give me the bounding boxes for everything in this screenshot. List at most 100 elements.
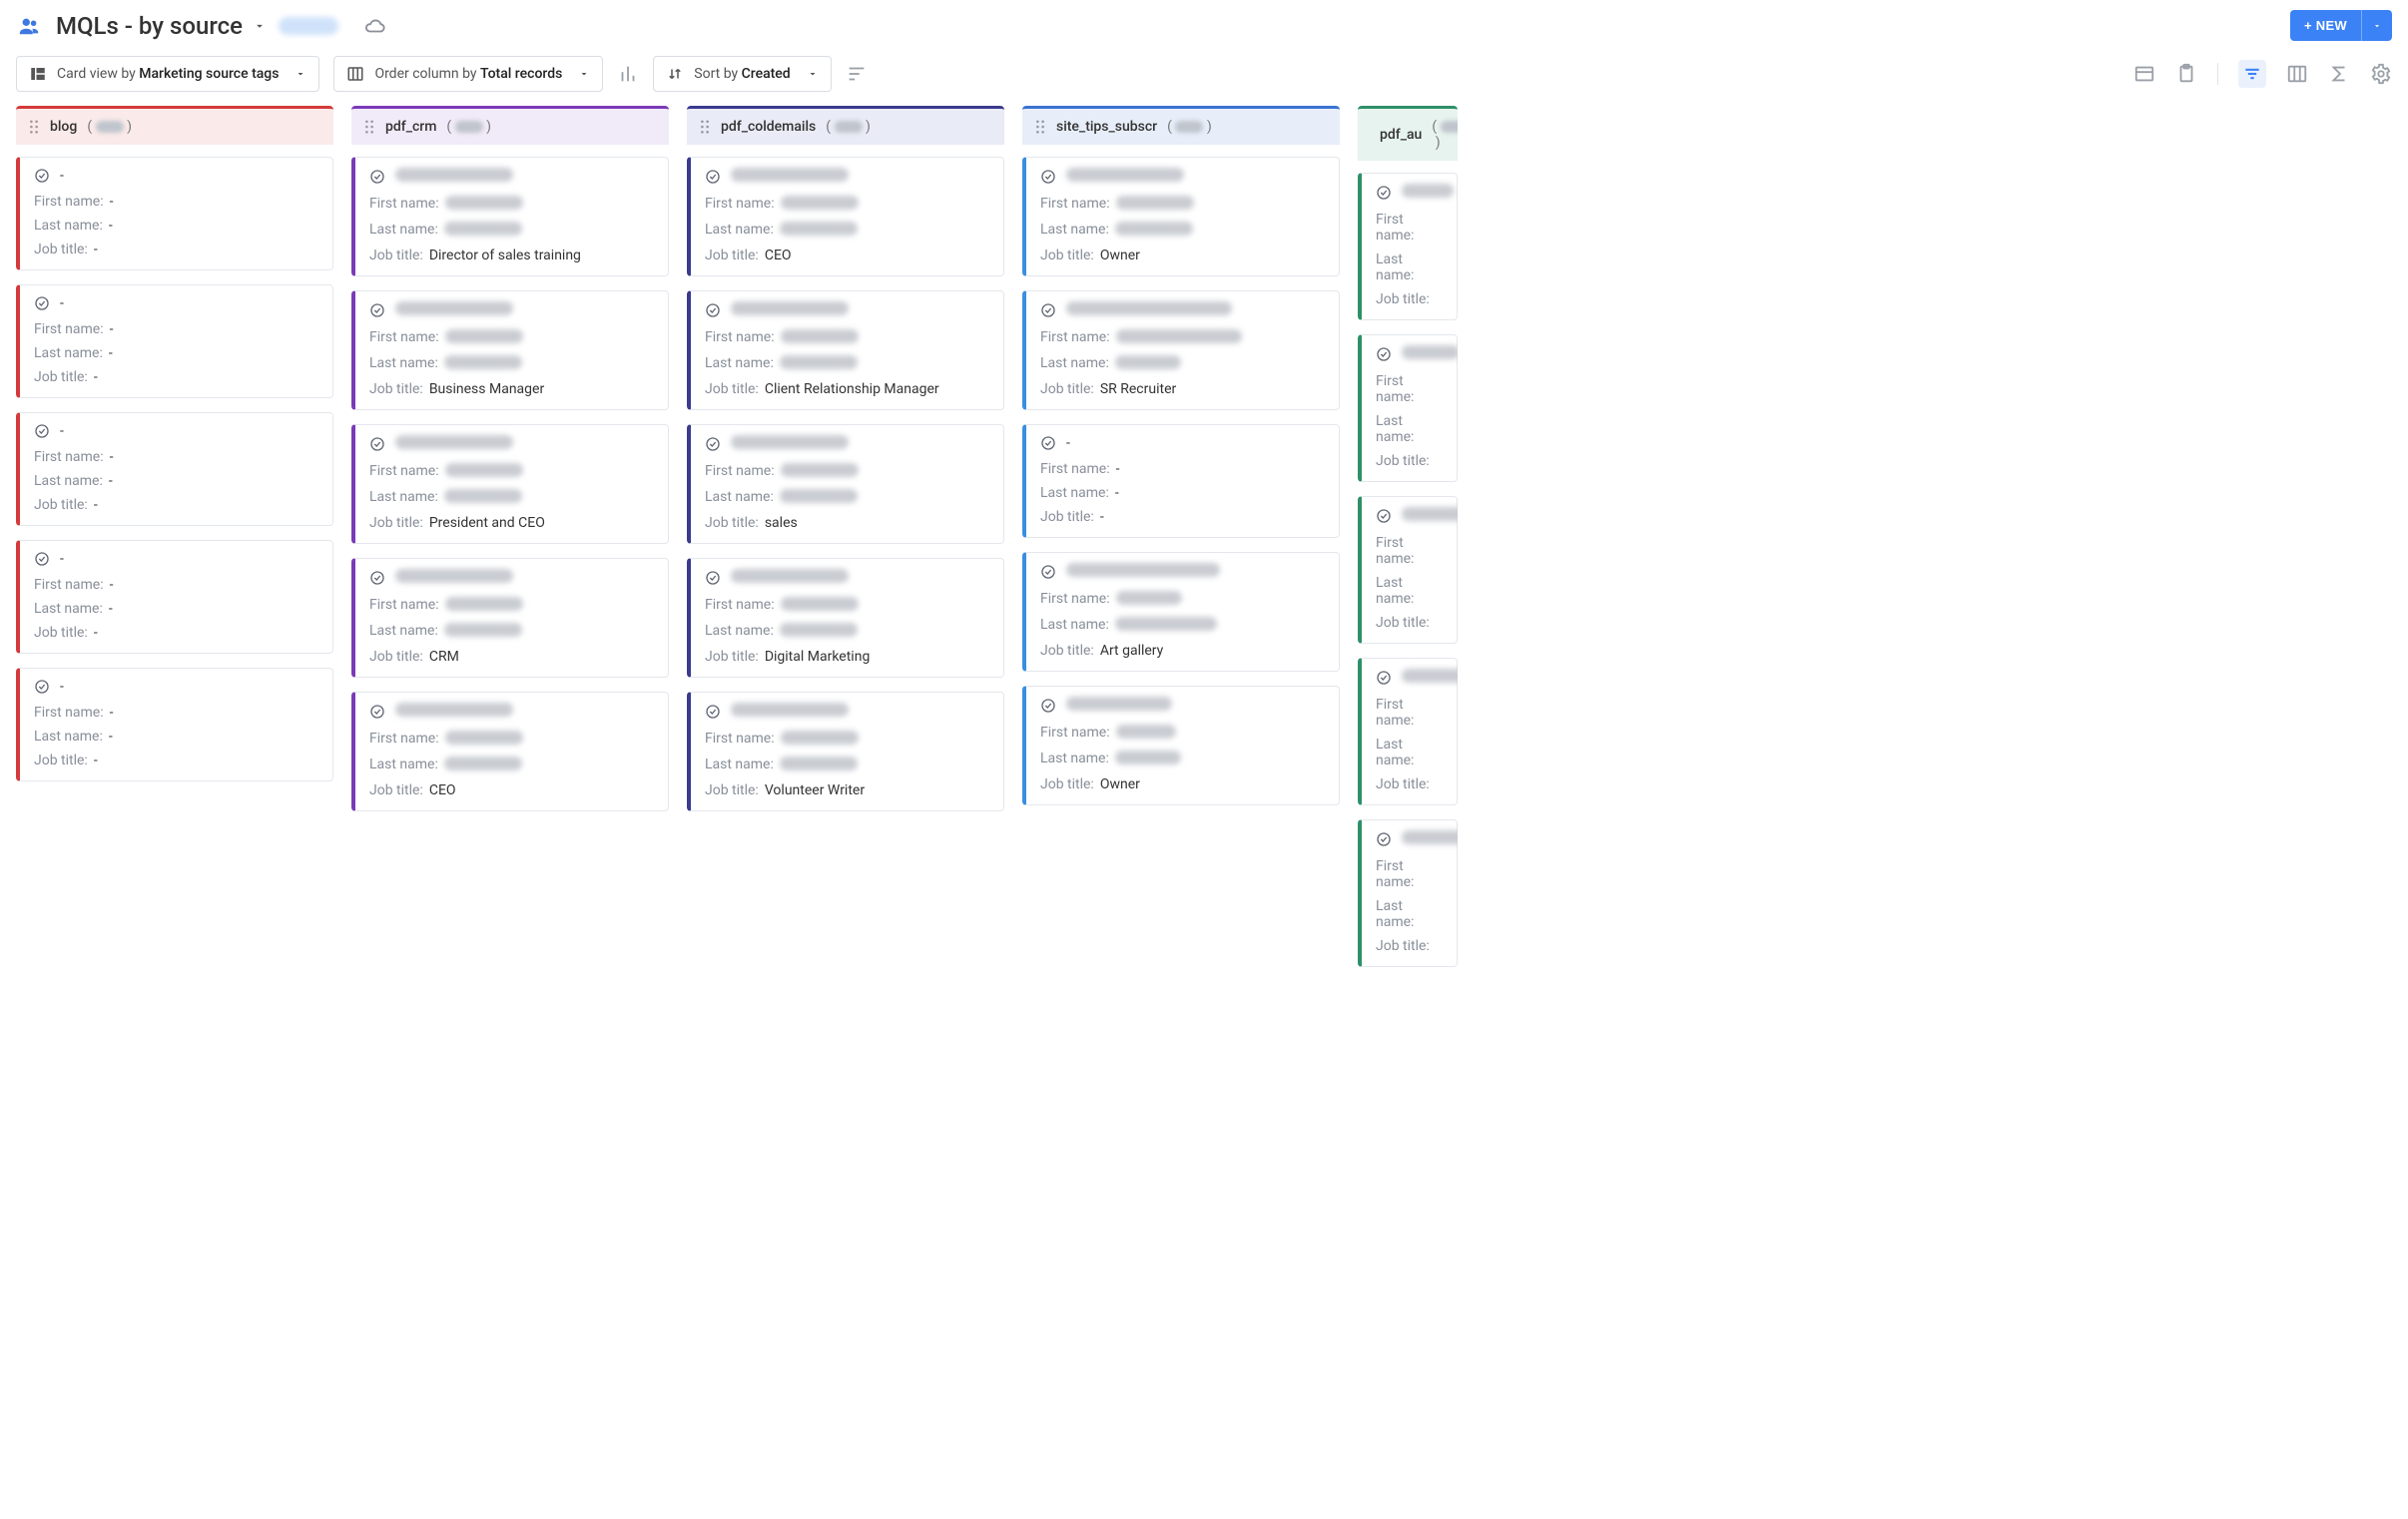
- field-job-title: Job title:-: [34, 625, 320, 641]
- job-title-value: SR Recruiter: [1100, 381, 1176, 397]
- check-circle-icon: [34, 168, 50, 184]
- sigma-icon[interactable]: [2328, 63, 2350, 85]
- field-first-name: First name:: [1376, 697, 1445, 729]
- field-job-title: Job title:-: [34, 242, 320, 257]
- record-card[interactable]: -First name:-Last name:-Job title:-: [16, 157, 333, 270]
- new-button[interactable]: + NEW: [2290, 10, 2361, 41]
- field-first-name: First name:: [1376, 373, 1445, 405]
- job-title-value: Business Manager: [429, 381, 544, 397]
- card-title-row: -: [34, 168, 320, 184]
- job-title-value: Client Relationship Manager: [765, 381, 939, 397]
- record-card[interactable]: First name:Last name:Job title:Owner: [1022, 686, 1340, 805]
- new-button-caret[interactable]: [2361, 10, 2392, 41]
- record-card[interactable]: First name:Last name:Job title:: [1358, 658, 1458, 805]
- card-title: [1066, 697, 1172, 715]
- field-job-title: Job title:: [1376, 453, 1445, 469]
- last-name-value: [780, 757, 858, 774]
- check-circle-icon: [705, 704, 721, 720]
- clipboard-icon[interactable]: [2175, 63, 2197, 85]
- sort-selector[interactable]: Sort by Created: [653, 56, 831, 92]
- sort-lines-icon[interactable]: [846, 63, 868, 85]
- view-title-text: MQLs - by source: [56, 12, 243, 40]
- record-card[interactable]: First name:Last name:Job title:: [1358, 173, 1458, 320]
- field-last-name: Last name:: [705, 623, 991, 641]
- column-count: ( ): [446, 119, 491, 135]
- record-card[interactable]: First name:Last name:Job title:CEO: [351, 692, 669, 811]
- check-circle-icon: [34, 679, 50, 695]
- record-card[interactable]: First name:Last name:Job title:Owner: [1022, 157, 1340, 276]
- last-name-value: [444, 355, 522, 373]
- view-toolbar: Card view by Marketing source tags Order…: [0, 48, 2408, 106]
- record-card[interactable]: First name:Last name:Job title:sales: [687, 424, 1004, 544]
- record-card[interactable]: First name:Last name:Job title:Digital M…: [687, 558, 1004, 678]
- card-view-value: Marketing source tags: [139, 66, 279, 82]
- field-first-name: First name:: [1376, 535, 1445, 567]
- card-title-row: [705, 569, 991, 587]
- field-first-name: First name:: [1040, 725, 1327, 743]
- record-card[interactable]: -First name:-Last name:-Job title:-: [16, 540, 333, 654]
- card-title: [1402, 830, 1458, 848]
- field-last-name: Last name:-: [34, 601, 320, 617]
- record-card[interactable]: First name:Last name:Job title:: [1358, 334, 1458, 482]
- record-card[interactable]: First name:Last name:Job title:Business …: [351, 290, 669, 410]
- gear-icon[interactable]: [2370, 63, 2392, 85]
- column-header[interactable]: pdf_au( ): [1358, 106, 1458, 161]
- first-name-value: [445, 196, 523, 214]
- record-card[interactable]: First name:Last name:Job title:Director …: [351, 157, 669, 276]
- column-name: pdf_au: [1380, 127, 1422, 143]
- check-circle-icon: [369, 704, 385, 720]
- record-card[interactable]: First name:Last name:Job title:Client Re…: [687, 290, 1004, 410]
- job-title-value: -: [1100, 509, 1104, 525]
- check-circle-icon: [34, 423, 50, 439]
- check-circle-icon: [705, 169, 721, 185]
- first-name-value: [445, 463, 523, 481]
- card-title-row: [1376, 669, 1445, 687]
- field-job-title: Job title:sales: [705, 515, 991, 531]
- column-cards: First name:Last name:Job title:CEOFirst …: [687, 145, 1004, 811]
- card-title-row: [1376, 507, 1445, 525]
- view-title[interactable]: MQLs - by source: [56, 12, 267, 40]
- job-title-value: Digital Marketing: [765, 649, 870, 665]
- record-card[interactable]: First name:Last name:Job title:Art galle…: [1022, 552, 1340, 672]
- field-job-title: Job title:Business Manager: [369, 381, 656, 397]
- card-title-row: -: [34, 679, 320, 695]
- field-job-title: Job title:President and CEO: [369, 515, 656, 531]
- top-bar: MQLs - by source + NEW: [0, 0, 2408, 48]
- field-first-name: First name:: [705, 463, 991, 481]
- bar-chart-icon[interactable]: [617, 63, 639, 85]
- field-last-name: Last name:: [1040, 751, 1327, 768]
- column-header[interactable]: site_tips_subscr( ): [1022, 106, 1340, 145]
- field-job-title: Job title:SR Recruiter: [1040, 381, 1327, 397]
- record-card[interactable]: First name:Last name:Job title:SR Recrui…: [1022, 290, 1340, 410]
- record-card[interactable]: First name:Last name:Job title:CRM: [351, 558, 669, 678]
- record-card[interactable]: First name:Last name:Job title:President…: [351, 424, 669, 544]
- card-view-selector[interactable]: Card view by Marketing source tags: [16, 56, 319, 92]
- column-name: pdf_coldemails: [721, 119, 816, 135]
- record-card[interactable]: -First name:-Last name:-Job title:-: [16, 284, 333, 398]
- field-first-name: First name:: [705, 196, 991, 214]
- field-first-name: First name:: [705, 731, 991, 749]
- order-column-selector[interactable]: Order column by Total records: [333, 56, 603, 92]
- card-title-row: -: [34, 551, 320, 567]
- record-card[interactable]: -First name:-Last name:-Job title:-: [16, 668, 333, 781]
- record-card[interactable]: -First name:-Last name:-Job title:-: [1022, 424, 1340, 538]
- first-name-value: [781, 329, 859, 347]
- record-card[interactable]: First name:Last name:Job title:: [1358, 496, 1458, 644]
- column-header[interactable]: blog( ): [16, 106, 333, 145]
- job-title-value: Volunteer Writer: [765, 782, 865, 798]
- card-title-row: [369, 435, 656, 453]
- first-name-value: -: [110, 577, 114, 593]
- columns-toggle-icon[interactable]: [2286, 63, 2308, 85]
- column-header[interactable]: pdf_coldemails( ): [687, 106, 1004, 145]
- record-card[interactable]: First name:Last name:Job title:CEO: [687, 157, 1004, 276]
- column-header[interactable]: pdf_crm( ): [351, 106, 669, 145]
- record-card[interactable]: First name:Last name:Job title:: [1358, 819, 1458, 967]
- filter-icon[interactable]: [2238, 60, 2266, 88]
- card-title: [1402, 669, 1458, 687]
- record-card[interactable]: First name:Last name:Job title:Volunteer…: [687, 692, 1004, 811]
- card-layout-icon[interactable]: [2133, 63, 2155, 85]
- kanban-column: pdf_crm( ) First name:Last name:Job title…: [351, 106, 669, 967]
- cloud-icon[interactable]: [360, 15, 388, 37]
- field-last-name: Last name:: [1376, 898, 1445, 930]
- record-card[interactable]: -First name:-Last name:-Job title:-: [16, 412, 333, 526]
